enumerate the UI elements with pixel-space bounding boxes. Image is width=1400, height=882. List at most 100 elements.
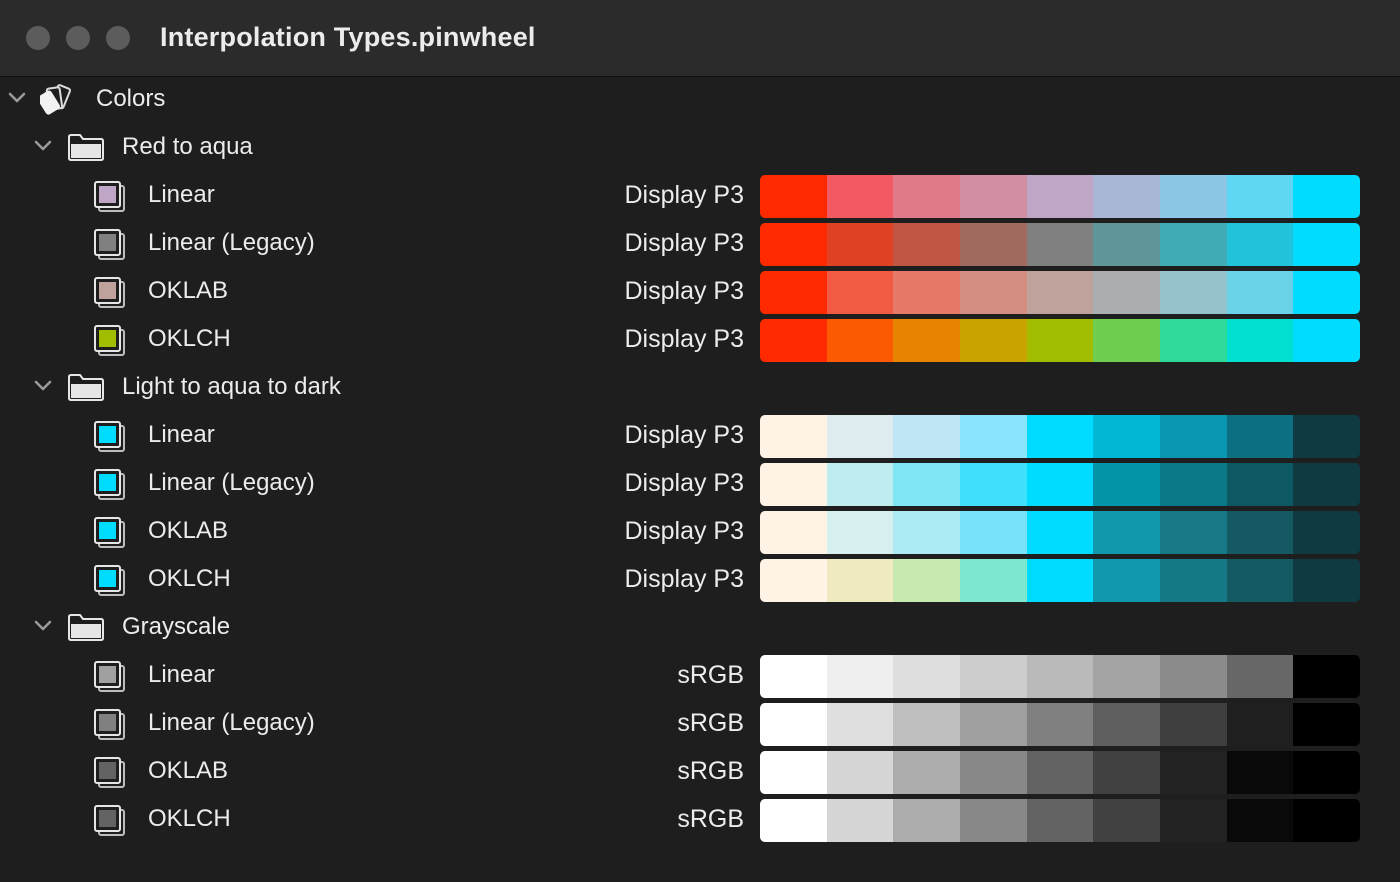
gradient-stop-4	[1026, 415, 1094, 458]
gradient-stop-3	[960, 559, 1027, 602]
gradient-stop-5	[1093, 415, 1161, 458]
gradient-strip[interactable]	[760, 559, 1360, 602]
gradient-row[interactable]: Linear Display P3	[0, 413, 1400, 461]
gradient-stop-6	[1160, 799, 1227, 842]
gradient-strip[interactable]	[760, 511, 1360, 554]
gradient-stop-4	[1026, 751, 1094, 794]
gradient-strip[interactable]	[760, 799, 1360, 842]
gradient-row[interactable]: Linear Display P3	[0, 173, 1400, 221]
group-label: Light to aqua to dark	[122, 373, 341, 400]
gradient-row[interactable]: Linear (Legacy) sRGB	[0, 701, 1400, 749]
gradient-stop-6	[1160, 751, 1227, 794]
gradient-stop-1	[826, 415, 894, 458]
gradient-stop-3	[960, 223, 1027, 266]
group-row[interactable]: Light to aqua to dark	[0, 365, 1400, 413]
color-swatch-icon	[94, 709, 126, 741]
gradient-stop-5	[1093, 319, 1161, 362]
color-swatch-icon	[94, 805, 126, 837]
gradient-strip[interactable]	[760, 655, 1360, 698]
gradient-stop-2	[893, 319, 961, 362]
gradient-stop-3	[960, 799, 1027, 842]
gradient-stop-0	[760, 559, 827, 602]
gradient-stop-5	[1093, 559, 1161, 602]
interpolation-label: Linear (Legacy)	[148, 229, 315, 256]
chevron-down-icon[interactable]	[32, 375, 54, 397]
gradient-stop-4	[1026, 559, 1094, 602]
gradient-stop-7	[1226, 703, 1294, 746]
gradient-row[interactable]: OKLAB Display P3	[0, 269, 1400, 317]
chevron-down-icon[interactable]	[32, 615, 54, 637]
gradient-strip[interactable]	[760, 415, 1360, 458]
gradient-stop-3	[960, 655, 1027, 698]
gradient-stop-3	[960, 751, 1027, 794]
interpolation-label: OKLCH	[148, 325, 231, 352]
gradient-strip[interactable]	[760, 751, 1360, 794]
gradient-strip[interactable]	[760, 175, 1360, 218]
gradient-stop-8	[1293, 511, 1360, 554]
root-row-colors[interactable]: Colors	[0, 77, 1400, 125]
interpolation-label: OKLAB	[148, 517, 229, 544]
gradient-stop-6	[1160, 271, 1227, 314]
gradient-stop-0	[760, 175, 827, 218]
gradient-stop-3	[960, 271, 1027, 314]
gradient-row[interactable]: OKLCH Display P3	[0, 557, 1400, 605]
gradient-strip[interactable]	[760, 223, 1360, 266]
gradient-stop-5	[1093, 799, 1161, 842]
gradient-stop-6	[1160, 559, 1227, 602]
gradient-strip[interactable]	[760, 319, 1360, 362]
gradient-stop-0	[760, 319, 827, 362]
window-title: Interpolation Types.pinwheel	[160, 22, 536, 52]
close-button[interactable]	[26, 26, 50, 50]
gradient-strip[interactable]	[760, 703, 1360, 746]
interpolation-label: OKLCH	[148, 805, 231, 832]
interpolation-label: OKLAB	[148, 757, 229, 784]
gradient-row[interactable]: Linear sRGB	[0, 653, 1400, 701]
interpolation-label: OKLAB	[148, 277, 229, 304]
gradient-stop-6	[1160, 511, 1227, 554]
gradient-stop-1	[826, 655, 894, 698]
color-swatch-icon	[94, 325, 126, 357]
group-row[interactable]: Red to aqua	[0, 125, 1400, 173]
gradient-stop-1	[826, 751, 894, 794]
gradient-stop-3	[960, 415, 1027, 458]
gradient-row[interactable]: OKLAB Display P3	[0, 509, 1400, 557]
gradient-row[interactable]: Linear (Legacy) Display P3	[0, 461, 1400, 509]
group-row[interactable]: Grayscale	[0, 605, 1400, 653]
gradient-stop-0	[760, 271, 827, 314]
minimize-button[interactable]	[66, 26, 90, 50]
gradient-stop-3	[960, 175, 1027, 218]
gradient-row[interactable]: Linear (Legacy) Display P3	[0, 221, 1400, 269]
interpolation-label: OKLCH	[148, 565, 231, 592]
gradient-strip[interactable]	[760, 271, 1360, 314]
gradient-stop-8	[1293, 799, 1360, 842]
chevron-down-icon[interactable]	[6, 87, 28, 109]
gradient-stop-1	[826, 175, 894, 218]
gradient-stop-2	[893, 223, 961, 266]
gradient-strip[interactable]	[760, 463, 1360, 506]
gradient-stop-8	[1293, 463, 1360, 506]
zoom-button[interactable]	[106, 26, 130, 50]
chevron-down-icon[interactable]	[32, 135, 54, 157]
gradient-stop-8	[1293, 751, 1360, 794]
gradient-row[interactable]: OKLAB sRGB	[0, 749, 1400, 797]
gradient-row[interactable]: OKLCH sRGB	[0, 797, 1400, 845]
gradient-stop-4	[1026, 271, 1094, 314]
gradient-stop-2	[893, 559, 961, 602]
gradient-stop-2	[893, 703, 961, 746]
group-label: Red to aqua	[122, 133, 253, 160]
gradient-stop-7	[1226, 463, 1294, 506]
color-space-label: Display P3	[624, 565, 745, 593]
color-space-label: sRGB	[677, 757, 744, 785]
gradient-row[interactable]: OKLCH Display P3	[0, 317, 1400, 365]
color-swatch-icon	[94, 757, 126, 789]
gradient-stop-4	[1026, 175, 1094, 218]
gradient-stop-4	[1026, 511, 1094, 554]
folder-icon	[67, 132, 105, 162]
gradient-stop-7	[1226, 319, 1294, 362]
gradient-stop-5	[1093, 655, 1161, 698]
gradient-stop-6	[1160, 463, 1227, 506]
gradient-stop-1	[826, 703, 894, 746]
gradient-stop-3	[960, 463, 1027, 506]
color-space-label: Display P3	[624, 517, 745, 545]
gradient-stop-2	[893, 751, 961, 794]
